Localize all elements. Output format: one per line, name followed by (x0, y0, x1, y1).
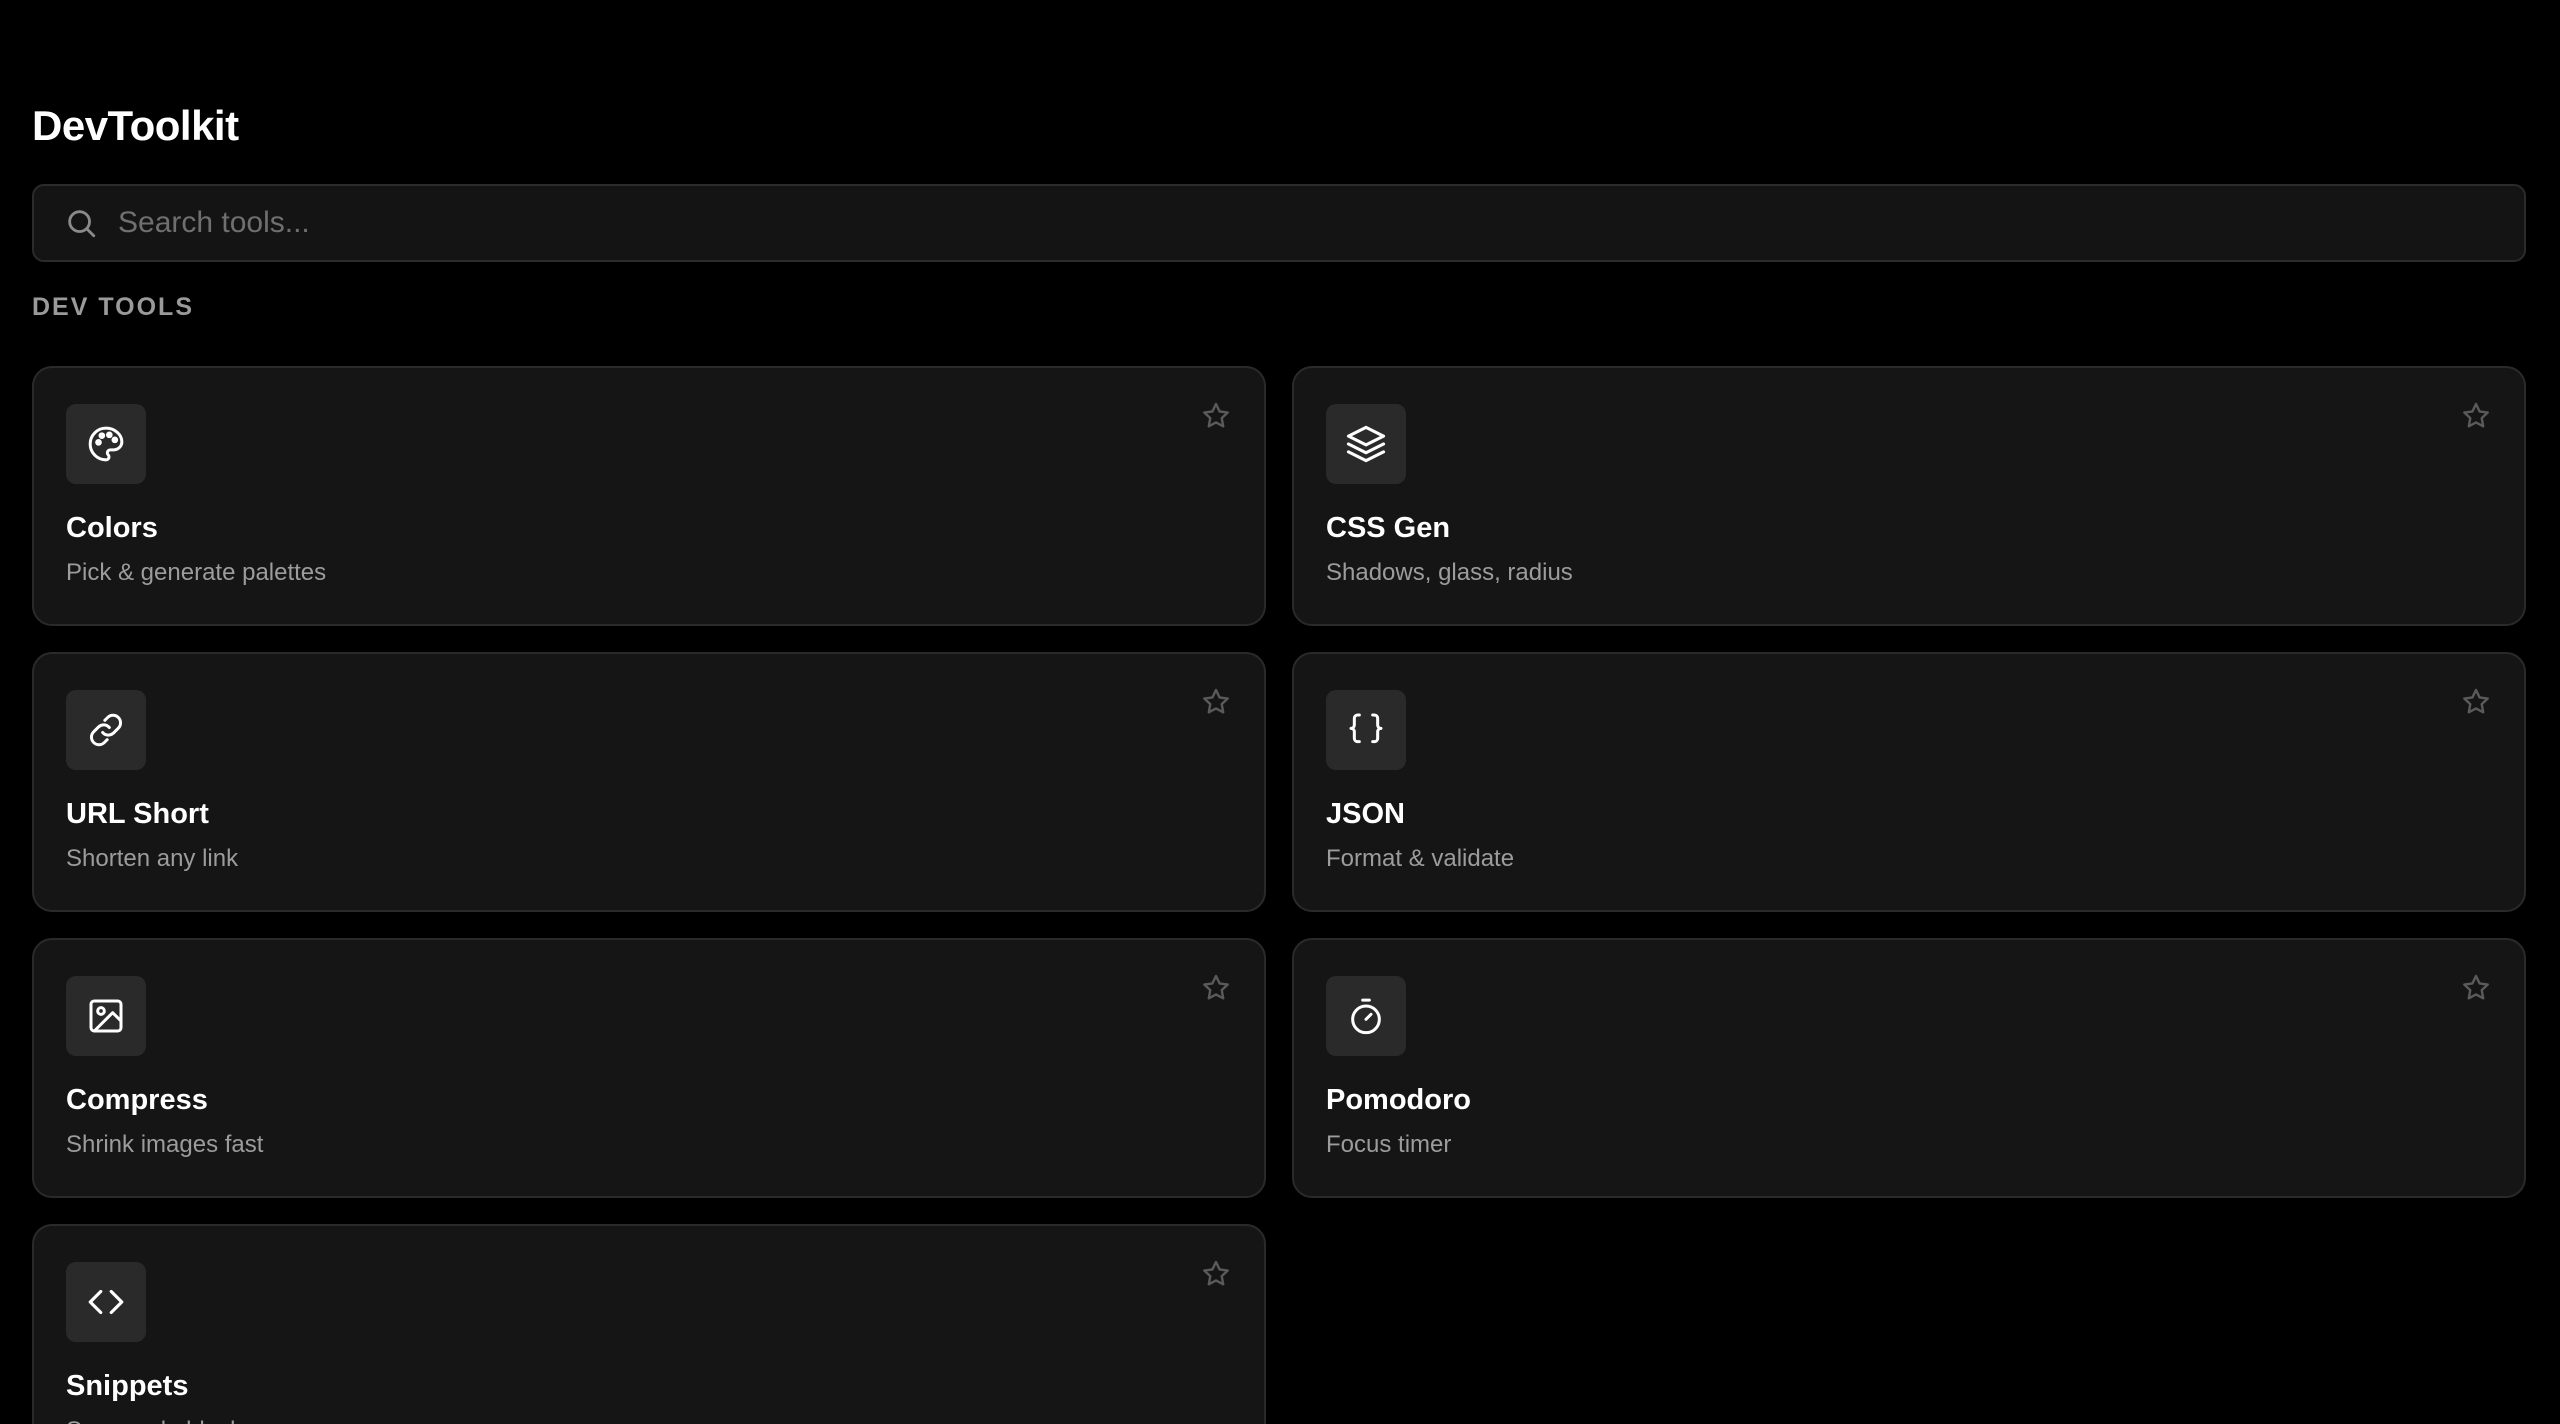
tool-card-pomodoro[interactable]: Pomodoro Focus timer (1292, 938, 2526, 1198)
code-icon (66, 1262, 146, 1342)
tool-description: Shrink images fast (66, 1131, 264, 1158)
tool-name: URL Short (66, 798, 209, 830)
timer-icon (1326, 976, 1406, 1056)
app-page: DevToolkit DEV TOOLS Colors P (0, 0, 2560, 1424)
section-label: DEV TOOLS (32, 293, 195, 321)
tool-description: Format & validate (1326, 845, 1515, 872)
star-icon[interactable] (2458, 398, 2494, 434)
star-icon[interactable] (1198, 684, 1234, 720)
tool-name: Compress (66, 1084, 208, 1116)
tools-grid: Colors Pick & generate palettes CSS Gen … (32, 366, 2528, 1424)
tool-card-colors[interactable]: Colors Pick & generate palettes (32, 366, 1266, 626)
tool-description: Save code blocks (66, 1414, 254, 1424)
tool-description: Pick & generate palettes (66, 559, 327, 586)
tool-name: Colors (66, 512, 158, 544)
tool-name: Snippets (66, 1370, 189, 1402)
tool-description: Shadows, glass, radius (1326, 559, 1573, 586)
tool-description: Shorten any link (66, 845, 239, 872)
search-icon (64, 206, 98, 240)
layers-icon (1326, 404, 1406, 484)
tool-card-css-gen[interactable]: CSS Gen Shadows, glass, radius (1292, 366, 2526, 626)
star-icon[interactable] (2458, 684, 2494, 720)
tool-description: Focus timer (1326, 1131, 1452, 1158)
tool-name: Pomodoro (1326, 1084, 1471, 1116)
tool-card-snippets[interactable]: Snippets Save code blocks (32, 1224, 1266, 1424)
tool-name: CSS Gen (1326, 512, 1451, 544)
link-icon (66, 690, 146, 770)
star-icon[interactable] (2458, 970, 2494, 1006)
search-input[interactable] (118, 186, 2524, 260)
app-title: DevToolkit (32, 102, 239, 149)
star-icon[interactable] (1198, 970, 1234, 1006)
star-icon[interactable] (1198, 398, 1234, 434)
palette-icon (66, 404, 146, 484)
tool-card-json[interactable]: JSON Format & validate (1292, 652, 2526, 912)
star-icon[interactable] (1198, 1256, 1234, 1292)
braces-icon (1326, 690, 1406, 770)
tool-name: JSON (1326, 798, 1405, 830)
image-icon (66, 976, 146, 1056)
search-bar[interactable] (32, 184, 2526, 262)
tool-card-url-short[interactable]: URL Short Shorten any link (32, 652, 1266, 912)
tool-card-compress[interactable]: Compress Shrink images fast (32, 938, 1266, 1198)
